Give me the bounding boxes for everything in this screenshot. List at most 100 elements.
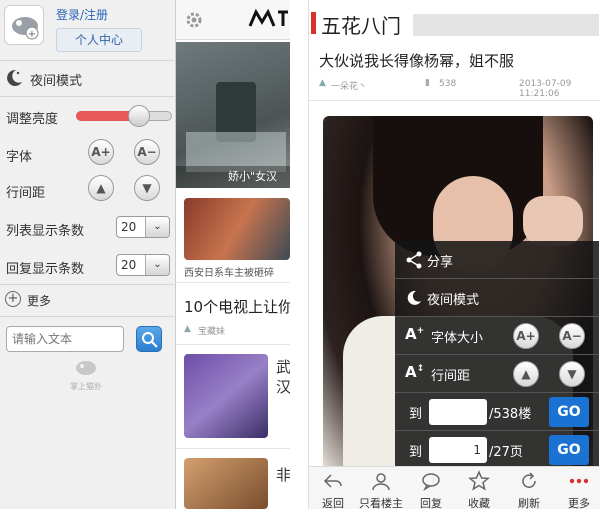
star-icon <box>468 470 490 491</box>
font-label: 字体 <box>6 150 33 165</box>
svg-text:+: + <box>28 29 36 40</box>
refresh-button[interactable]: 刷新 <box>507 466 551 509</box>
back-label: 返回 <box>322 497 344 509</box>
search-input[interactable] <box>6 326 124 352</box>
reply-count-label: 回复显示条数 <box>6 262 85 277</box>
more-dots-icon <box>569 478 589 484</box>
more-link[interactable]: 更多 <box>27 292 51 309</box>
news-caption: 娇小"女汉 <box>228 170 278 183</box>
reply-count-value: 20 <box>121 258 137 272</box>
news-photo-xian[interactable] <box>184 198 290 260</box>
search-icon <box>142 332 158 348</box>
refresh-icon <box>522 472 536 488</box>
menu-font-size-label: 字体大小 <box>431 331 484 346</box>
list-count-label: 列表显示条数 <box>6 224 85 239</box>
menu-share-label: 分享 <box>427 255 454 270</box>
bottom-logo: 掌上猫扑 <box>64 356 108 392</box>
chevron-down-icon[interactable]: ⌄ <box>145 217 169 237</box>
app-logo-icon[interactable]: + <box>4 5 44 45</box>
news-photo-car[interactable] <box>184 354 268 438</box>
font-decrease-icon[interactable]: A− <box>134 139 160 165</box>
menu-font-size: A+ 字体大小 A+ A− <box>395 317 599 355</box>
news-photo-flood[interactable]: 娇小"女汉 <box>176 42 290 188</box>
news-photo-4[interactable] <box>184 458 268 509</box>
reply-count-select[interactable]: 20 ⌄ <box>116 254 170 276</box>
more-plus-icon[interactable]: + <box>5 291 21 307</box>
line-spacing-up-icon[interactable]: ▲ <box>88 175 114 201</box>
more-button[interactable]: 更多 <box>557 466 600 509</box>
night-mode-icon <box>407 290 421 305</box>
only-op-label: 只看楼主 <box>359 497 403 509</box>
font-increase-icon[interactable]: A+ <box>513 323 539 349</box>
news-list: 娇小"女汉 西安日系车主被砸碎 10个电视上让你 ▲ 宝藏妹 武 汉 非 <box>176 0 290 509</box>
menu-goto-page: 到 1 /27页 GO <box>395 431 599 469</box>
page-input[interactable]: 1 <box>429 437 487 463</box>
menu-line-spacing: A↕ 行间距 ▲ ▼ <box>395 355 599 393</box>
news-header <box>176 0 290 40</box>
menu-goto-floor: 到 /538楼 GO <box>395 393 599 431</box>
post-author[interactable]: 一朵花丶 <box>331 79 367 92</box>
mop-logo-icon <box>76 361 96 375</box>
news-title-partial[interactable]: 汉 <box>276 376 290 397</box>
brightness-label: 调整亮度 <box>6 112 59 127</box>
page-total: /27页 <box>489 445 523 460</box>
floor-input[interactable] <box>429 399 487 425</box>
favorite-button[interactable]: 收藏 <box>457 466 501 509</box>
more-label: 更多 <box>568 497 590 509</box>
chevron-down-icon[interactable]: ⌄ <box>145 255 169 275</box>
mop-brand-icon <box>248 8 288 27</box>
news-author: 宝藏妹 <box>198 327 226 337</box>
gear-icon[interactable] <box>184 10 204 30</box>
only-op-button[interactable]: 只看楼主 <box>355 466 407 509</box>
night-mode-toggle[interactable]: 夜间模式 <box>30 70 82 89</box>
menu-line-spacing-label: 行间距 <box>431 369 471 384</box>
share-icon <box>406 251 422 269</box>
post-view: 五花八门 大伙说我长得像杨幂，姐不服 ▲ 一朵花丶 ▮ 538 2013-07-… <box>308 0 600 509</box>
user-icon: ▲ <box>319 78 326 88</box>
list-count-select[interactable]: 20 ⌄ <box>116 216 170 238</box>
line-spacing-down-icon[interactable]: ▼ <box>559 361 585 387</box>
back-arrow-icon <box>323 474 342 488</box>
line-spacing-label: 行间距 <box>6 186 46 201</box>
font-increase-icon[interactable]: A+ <box>88 139 114 165</box>
night-mode-icon <box>4 68 24 91</box>
search-button[interactable] <box>136 326 162 352</box>
brightness-slider[interactable] <box>76 105 172 127</box>
line-spacing-up-icon[interactable]: ▲ <box>513 361 539 387</box>
settings-panel: + 登录/注册 个人中心 夜间模式 调整亮度 字体 A+ A− 行间距 ▲ ▼ … <box>0 0 176 509</box>
header-blank <box>413 14 599 36</box>
goto-to-label: 到 <box>409 407 423 422</box>
refresh-label: 刷新 <box>518 497 540 509</box>
news-title-partial[interactable]: 武 <box>276 356 290 377</box>
menu-night-label: 夜间模式 <box>427 293 480 308</box>
news-title[interactable]: 10个电视上让你 <box>184 296 290 317</box>
floor-total: /538楼 <box>489 407 532 422</box>
board-title: 五花八门 <box>321 14 401 38</box>
slider-knob[interactable] <box>128 105 150 127</box>
news-caption: 西安日系车主被砸碎 <box>184 268 274 279</box>
bottom-logo-text: 掌上猫扑 <box>70 382 102 391</box>
line-spacing-icon: A↕ <box>405 363 425 381</box>
board-accent-bar <box>311 12 316 34</box>
personal-center-button[interactable]: 个人中心 <box>56 28 142 52</box>
news-title-partial[interactable]: 非 <box>276 464 290 485</box>
reply-label: 回复 <box>420 497 442 509</box>
font-decrease-icon[interactable]: A− <box>559 323 585 349</box>
favorite-label: 收藏 <box>468 497 490 509</box>
list-count-value: 20 <box>121 220 137 234</box>
line-spacing-down-icon[interactable]: ▼ <box>134 175 160 201</box>
comment-count: 538 <box>439 79 457 89</box>
goto-to-label: 到 <box>409 445 423 460</box>
post-title: 大伙说我长得像杨幂，姐不服 <box>319 52 515 70</box>
speech-bubble-icon <box>422 473 440 491</box>
menu-night-mode[interactable]: 夜间模式 <box>395 279 599 317</box>
go-page-button[interactable]: GO <box>549 435 589 465</box>
reply-button[interactable]: 回复 <box>409 466 453 509</box>
menu-share[interactable]: 分享 <box>395 241 599 279</box>
comment-icon: ▮ <box>425 78 430 88</box>
go-floor-button[interactable]: GO <box>549 397 589 427</box>
back-button[interactable]: 返回 <box>311 466 355 509</box>
login-register-link[interactable]: 登录/注册 <box>56 6 108 23</box>
post-menu: 分享 夜间模式 A+ 字体大小 A+ A− A↕ 行间距 ▲ ▼ 到 /538楼… <box>395 241 599 469</box>
user-icon <box>372 473 390 491</box>
